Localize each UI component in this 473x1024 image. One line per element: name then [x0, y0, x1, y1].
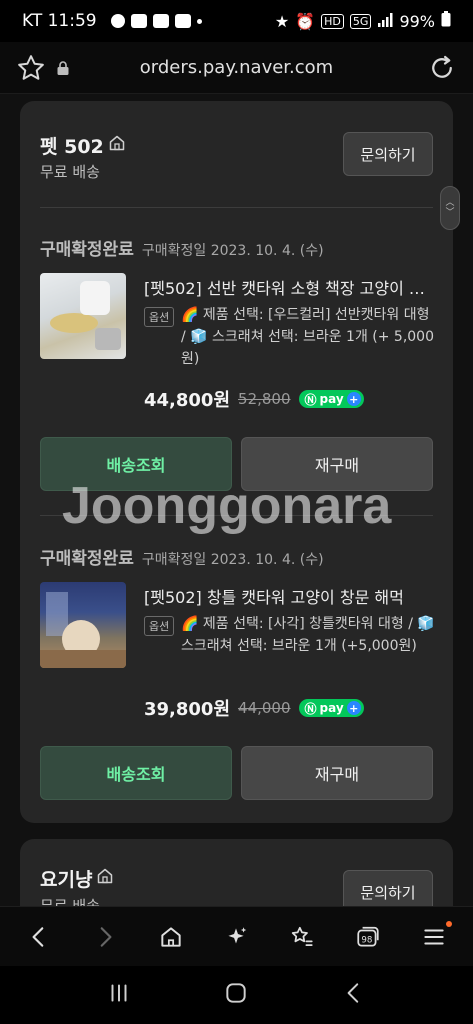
price-row: 39,800원 44,000 Ⓝ pay + — [144, 695, 364, 721]
product-thumbnail[interactable] — [40, 273, 126, 359]
npay-n-icon: Ⓝ — [304, 701, 317, 716]
status-bar: KT 11:59 ★ ⏰ HD 5G 99% — [0, 0, 473, 42]
product-thumbnail[interactable] — [40, 582, 126, 668]
url-text[interactable]: orders.pay.naver.com — [0, 57, 473, 78]
notification-dot — [445, 920, 452, 927]
track-delivery-button[interactable]: 배송조회 — [40, 746, 232, 800]
inquire-button[interactable]: 문의하기 — [343, 132, 433, 176]
divider — [40, 207, 433, 208]
circle-home-icon — [226, 983, 247, 1003]
home-button[interactable] — [151, 917, 191, 957]
store-home-icon — [108, 134, 126, 157]
shipping-info: 무료 배송 — [40, 897, 100, 906]
tabs-icon: 98 — [357, 926, 379, 947]
price-original: 52,800 — [238, 390, 291, 408]
system-home-button[interactable] — [223, 980, 249, 1010]
message-icon — [152, 14, 169, 28]
price-current: 44,800원 — [144, 390, 231, 411]
scroll-handle[interactable]: ︿ ﹀ — [440, 186, 460, 230]
option-text: 🌈 제품 선택: [사각] 창틀캣타워 대형 / 🧊 스크래쳐 선택: 브라운 … — [181, 616, 435, 654]
bookmark-star-icon[interactable] — [16, 53, 46, 83]
browser-bottom-nav: 98 — [0, 906, 473, 966]
carrier-time: KT 11:59 — [22, 11, 97, 31]
star-status-icon: ★ — [274, 11, 290, 31]
back-button[interactable] — [19, 917, 59, 957]
option-badge: 옵션 — [144, 616, 175, 636]
plus-icon: + — [346, 392, 361, 406]
order-status: 구매확정완료 구매확정일 2023. 10. 4. (수) — [40, 549, 324, 569]
chevron-right-icon — [100, 926, 112, 947]
menu-button[interactable] — [414, 917, 454, 957]
rebuy-button[interactable]: 재구매 — [241, 437, 433, 491]
npay-plus-badge: Ⓝ pay + — [298, 699, 364, 717]
reload-icon[interactable] — [427, 53, 457, 83]
chevron-up-icon: ︿ — [445, 198, 455, 208]
battery-icon — [441, 11, 451, 31]
forward-button[interactable] — [85, 917, 125, 957]
network-icon: 5G — [349, 13, 372, 29]
dnd-icon — [110, 14, 125, 28]
rebuy-button[interactable]: 재구매 — [241, 746, 433, 800]
product-title[interactable]: [펫502] 선반 캣타워 소형 책장 고양이 캣폴 — [144, 275, 434, 299]
price-original: 44,000 — [238, 699, 291, 717]
battery-text: 99% — [399, 11, 435, 31]
hamburger-menu-icon — [424, 929, 444, 944]
chevron-down-icon: ﹀ — [445, 208, 455, 218]
page-content: 펫 502 무료 배송 문의하기 구매확정완료 구매확정일 2023. 10. … — [0, 94, 473, 906]
seller-card: 펫 502 무료 배송 문의하기 구매확정완료 구매확정일 2023. 10. … — [20, 101, 453, 823]
hd-icon: HD — [321, 13, 344, 29]
inquire-button[interactable]: 문의하기 — [343, 870, 433, 906]
home-icon — [160, 926, 181, 947]
browser-url-bar: orders.pay.naver.com — [0, 42, 473, 94]
track-delivery-button[interactable]: 배송조회 — [40, 437, 232, 491]
signal-icon — [377, 12, 393, 31]
system-nav-bar — [0, 966, 473, 1024]
system-back-button[interactable] — [341, 980, 367, 1010]
seller-card: 요기냥 무료 배송 문의하기 — [20, 839, 453, 906]
seller-name[interactable]: 펫 502 — [40, 132, 126, 159]
price-current: 39,800원 — [144, 699, 231, 720]
app-notification-icon — [174, 14, 191, 28]
shipping-info: 무료 배송 — [40, 163, 100, 181]
svg-text:98: 98 — [362, 935, 373, 945]
bookmarks-button[interactable] — [282, 917, 322, 957]
npay-n-icon: Ⓝ — [304, 392, 317, 407]
back-chevron-icon — [347, 983, 359, 1003]
tabs-button[interactable]: 98 — [348, 917, 388, 957]
option-badge: 옵션 — [144, 307, 175, 327]
lock-icon — [56, 60, 70, 76]
recent-apps-button[interactable] — [106, 980, 132, 1010]
seller-name[interactable]: 요기냥 — [40, 865, 114, 892]
divider — [40, 515, 433, 516]
sparkle-icon — [228, 926, 247, 943]
plus-icon: + — [346, 701, 361, 715]
cloud-icon — [130, 14, 147, 28]
option-text: 🌈 제품 선택: [우드컬러] 선반캣타워 대형 / 🧊 스크래쳐 선택: 브라… — [181, 307, 434, 367]
store-home-icon — [96, 867, 114, 890]
order-status: 구매확정완료 구매확정일 2023. 10. 4. (수) — [40, 240, 324, 260]
star-list-icon — [292, 926, 313, 946]
more-notifications-icon — [196, 18, 202, 24]
alarm-icon: ⏰ — [295, 11, 316, 31]
product-title[interactable]: [펫502] 창틀 캣타워 고양이 창문 해먹 — [144, 584, 434, 608]
chevron-left-icon — [32, 926, 44, 947]
ai-sparkle-button[interactable] — [216, 917, 256, 957]
recent-apps-icon — [111, 984, 127, 1002]
price-row: 44,800원 52,800 Ⓝ pay + — [144, 386, 364, 412]
npay-plus-badge: Ⓝ pay + — [298, 390, 364, 408]
